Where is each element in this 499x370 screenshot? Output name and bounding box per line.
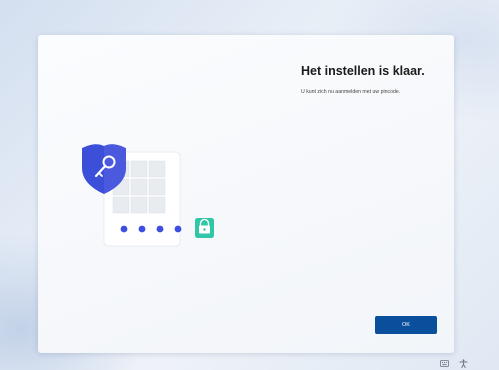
keyboard-icon[interactable] — [440, 359, 449, 368]
pin-dot — [156, 225, 164, 233]
pin-dot — [138, 225, 146, 233]
ok-button[interactable]: OK — [375, 316, 437, 334]
pin-dot — [174, 225, 182, 233]
system-tray — [440, 359, 468, 368]
pin-dot — [120, 225, 128, 233]
lock-icon — [195, 218, 214, 238]
accessibility-icon[interactable] — [459, 359, 468, 368]
setup-dialog: Het instellen is klaar. U kunt zich nu a… — [38, 35, 454, 353]
pin-setup-illustration — [82, 144, 214, 247]
